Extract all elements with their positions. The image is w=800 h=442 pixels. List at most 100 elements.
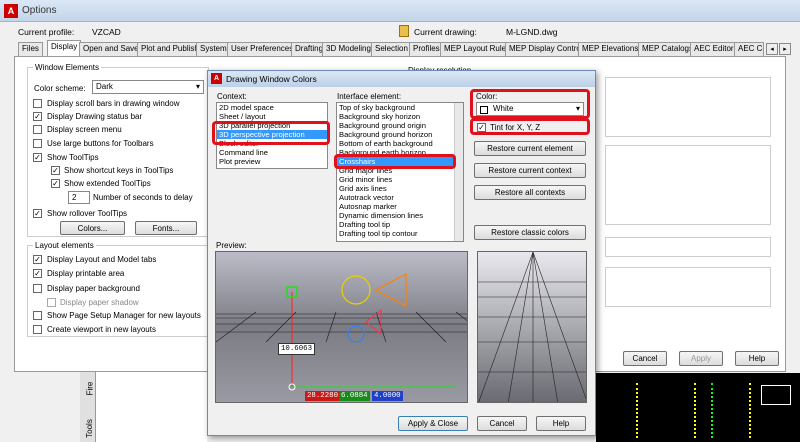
restore-current-context-button[interactable]: Restore current context <box>474 163 586 178</box>
rollover-tooltips-checkbox[interactable]: ✓ <box>33 209 42 218</box>
delay-input[interactable]: 2 <box>68 191 90 204</box>
crosshair-size-group <box>605 237 771 257</box>
tab-open-and-save[interactable]: Open and Save <box>79 42 143 56</box>
tab-mep-elevations[interactable]: MEP Elevations <box>578 42 643 56</box>
dialog-title: Drawing Window Colors <box>226 74 317 84</box>
context-item[interactable]: Plot preview <box>217 157 327 166</box>
restore-all-contexts-button[interactable]: Restore all contexts <box>474 185 586 200</box>
tab-display[interactable]: Display <box>47 40 82 57</box>
drawing-file-icon <box>399 25 409 37</box>
restore-classic-colors-button[interactable]: Restore classic colors <box>474 225 586 240</box>
tab-aec-editor[interactable]: AEC Editor <box>690 42 738 56</box>
status-bar-checkbox[interactable]: ✓ <box>33 112 42 121</box>
light-sphere-icon <box>341 275 371 305</box>
element-item[interactable]: Dynamic dimension lines <box>337 211 463 220</box>
element-item[interactable]: Grid axis lines <box>337 184 463 193</box>
element-list-scrollbar[interactable] <box>454 103 463 241</box>
x-coordinate-readout: 28.2280 <box>305 391 341 401</box>
tab-selection[interactable]: Selection <box>371 42 412 56</box>
tab-system[interactable]: System <box>196 42 231 56</box>
help-button[interactable]: Help <box>735 351 779 366</box>
tab-profiles[interactable]: Profiles <box>409 42 444 56</box>
apply-button[interactable]: Apply <box>679 351 723 366</box>
dialog-help-button[interactable]: Help <box>536 416 586 431</box>
tab-mep-display-control[interactable]: MEP Display Control <box>505 42 587 56</box>
cad-drawing-area <box>596 373 800 442</box>
cad-legend-columns <box>636 383 696 438</box>
paper-shadow-checkbox[interactable] <box>47 298 56 307</box>
desktop-area <box>0 373 80 442</box>
page-setup-checkbox[interactable] <box>33 311 42 320</box>
element-item[interactable]: Drafting tool tip contour <box>337 229 463 238</box>
tab-user-preferences[interactable]: User Preferences <box>227 42 298 56</box>
tab-mep-catalogs[interactable]: MEP Catalogs <box>638 42 697 56</box>
window-title: Options <box>22 5 57 16</box>
fonts-button[interactable]: Fonts... <box>135 221 197 235</box>
scroll-bars-checkbox[interactable] <box>33 99 42 108</box>
current-profile-label: Current profile: <box>18 27 75 37</box>
extended-tooltips-label: Show extended ToolTips <box>64 179 151 188</box>
element-item[interactable]: Background ground horizon <box>337 130 463 139</box>
color-scheme-select[interactable]: Dark ▾ <box>92 80 204 94</box>
colors-button[interactable]: Colors... <box>60 221 125 235</box>
tab-aec-co[interactable]: AEC Co <box>734 42 764 56</box>
interface-element-list[interactable]: Top of sky background Background sky hor… <box>336 102 464 242</box>
current-profile-value: VZCAD <box>92 27 121 37</box>
tab-files[interactable]: Files <box>18 42 43 56</box>
screen-menu-checkbox[interactable] <box>33 125 42 134</box>
tab-mep-layout-rules[interactable]: MEP Layout Rules <box>440 42 515 56</box>
context-item[interactable]: 2D model space <box>217 103 327 112</box>
color-annotation-box <box>470 89 590 119</box>
preview-area: 10.6063 28.2280 6.0884 4.0000 <box>215 251 468 403</box>
element-item[interactable]: Autotrack vector <box>337 193 463 202</box>
page-setup-label: Show Page Setup Manager for new layouts <box>47 311 201 320</box>
preview-perspective-area <box>477 251 587 403</box>
cancel-button[interactable]: Cancel <box>623 351 667 366</box>
show-tooltips-checkbox[interactable]: ✓ <box>33 153 42 162</box>
element-annotation-box <box>334 154 456 169</box>
large-buttons-checkbox[interactable] <box>33 139 42 148</box>
printable-area-checkbox[interactable]: ✓ <box>33 269 42 278</box>
current-drawing-value: M-LGND.dwg <box>506 27 558 37</box>
context-item[interactable]: Sheet / layout <box>217 112 327 121</box>
shortcut-keys-label: Show shortcut keys in ToolTips <box>64 166 174 175</box>
element-item[interactable]: Background ground origin <box>337 121 463 130</box>
drawing-window-colors-dialog: A Drawing Window Colors Context: 2D mode… <box>207 70 596 436</box>
screen-menu-label: Display screen menu <box>47 125 122 134</box>
side-tab-fire[interactable]: Fire <box>85 382 94 396</box>
element-item[interactable]: Drafting tool tip <box>337 220 463 229</box>
extended-tooltips-checkbox[interactable]: ✓ <box>51 179 60 188</box>
dialog-title-bar: A Drawing Window Colors <box>208 71 595 87</box>
element-item[interactable]: Bottom of earth background <box>337 139 463 148</box>
element-item[interactable]: Top of sky background <box>337 103 463 112</box>
chevron-down-icon: ▾ <box>195 82 200 91</box>
element-item[interactable]: Grid minor lines <box>337 175 463 184</box>
y-coordinate-readout: 6.0884 <box>339 391 370 401</box>
preview-scene <box>216 273 467 391</box>
tab-3d-modeling[interactable]: 3D Modeling <box>322 42 375 56</box>
context-annotation-box <box>212 121 330 145</box>
light-glyph-icon <box>347 325 365 343</box>
dialog-cancel-button[interactable]: Cancel <box>477 416 527 431</box>
element-item[interactable]: Background sky horizon <box>337 112 463 121</box>
layout-model-tabs-checkbox[interactable]: ✓ <box>33 255 42 264</box>
spotlight-cone-icon <box>374 273 407 307</box>
display-resolution-group <box>605 77 771 137</box>
tab-plot-and-publish[interactable]: Plot and Publish <box>137 42 203 56</box>
delay-label: Number of seconds to delay <box>93 193 193 202</box>
shortcut-keys-checkbox[interactable]: ✓ <box>51 166 60 175</box>
rollover-tooltips-label: Show rollover ToolTips <box>47 209 128 218</box>
tab-scroll-left-icon[interactable]: ◂ <box>766 43 778 55</box>
autocad-app-icon: A <box>4 4 18 18</box>
create-viewport-checkbox[interactable] <box>33 325 42 334</box>
element-item[interactable]: Autosnap marker <box>337 202 463 211</box>
camera-icon <box>365 308 382 336</box>
autocad-app-icon: A <box>211 73 222 84</box>
context-item[interactable]: Command line <box>217 148 327 157</box>
paper-background-checkbox[interactable] <box>33 284 42 293</box>
dimension-readout: 10.6063 <box>278 343 316 355</box>
tab-scroll-right-icon[interactable]: ▸ <box>779 43 791 55</box>
restore-current-element-button[interactable]: Restore current element <box>474 141 586 156</box>
side-tab-tools[interactable]: Tools <box>85 419 94 438</box>
apply-close-button[interactable]: Apply & Close <box>398 416 468 431</box>
